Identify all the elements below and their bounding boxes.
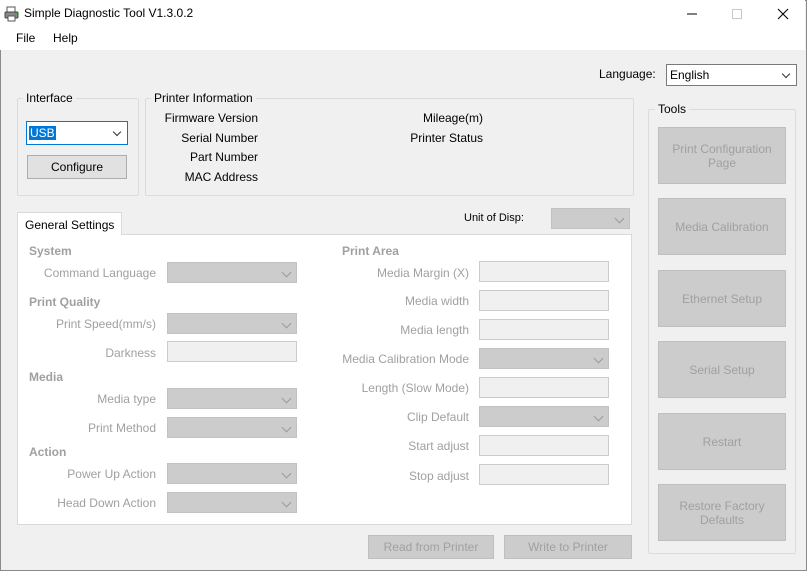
menu-bar: [0, 28, 805, 50]
chevron-down-icon: [112, 127, 122, 137]
media-calibration-mode-select[interactable]: [479, 348, 609, 369]
media-calibration-mode-label: Media Calibration Mode: [342, 352, 469, 366]
menu-help[interactable]: Help: [53, 31, 78, 45]
print-method-label: Print Method: [87, 421, 156, 435]
media-length-label: Media length: [400, 323, 469, 337]
mileage-label: Mileage(m): [422, 111, 483, 125]
clip-default-select[interactable]: [479, 406, 609, 427]
read-from-printer-button[interactable]: Read from Printer: [368, 535, 494, 559]
minimize-button[interactable]: [669, 0, 715, 28]
language-value: English: [670, 68, 710, 82]
window-title: Simple Diagnostic Tool V1.3.0.2: [24, 6, 194, 20]
serial-number-label: Serial Number: [181, 131, 258, 145]
chevron-down-icon: [281, 468, 292, 478]
maximize-button: [714, 0, 760, 28]
interface-value: USB: [29, 126, 56, 140]
print-method-select[interactable]: [167, 417, 297, 438]
printer-app-icon: [4, 6, 20, 22]
system-heading: System: [29, 244, 72, 258]
write-to-printer-button[interactable]: Write to Printer: [504, 535, 632, 559]
start-adjust-input[interactable]: [479, 435, 609, 456]
chevron-down-icon: [781, 69, 791, 79]
chevron-down-icon: [593, 353, 604, 363]
configure-button[interactable]: Configure: [27, 155, 127, 179]
action-heading: Action: [29, 445, 67, 459]
head-down-action-select[interactable]: [167, 492, 297, 513]
media-heading: Media: [29, 370, 64, 384]
head-down-action-label: Head Down Action: [57, 496, 156, 510]
command-language-label: Command Language: [43, 266, 156, 280]
language-label: Language:: [599, 67, 656, 81]
tab-general-settings-label: General Settings: [25, 218, 115, 232]
menu-file[interactable]: File: [16, 31, 35, 45]
chevron-down-icon: [281, 393, 292, 403]
printer-status-label: Printer Status: [410, 131, 483, 145]
print-configuration-page-button[interactable]: Print Configuration Page: [658, 127, 786, 184]
chevron-down-icon: [593, 411, 604, 421]
media-type-label: Media type: [97, 392, 156, 406]
interface-select[interactable]: USB: [26, 121, 128, 145]
chevron-down-icon: [281, 422, 292, 432]
media-calibration-button[interactable]: Media Calibration: [658, 198, 786, 255]
media-type-select[interactable]: [167, 388, 297, 409]
firmware-version-label: Firmware Version: [164, 111, 258, 125]
print-quality-heading: Print Quality: [29, 295, 101, 309]
stop-adjust-label: Stop adjust: [408, 469, 469, 483]
chevron-down-icon: [614, 213, 625, 223]
restore-factory-defaults-button[interactable]: Restore Factory Defaults: [658, 484, 786, 541]
length-slow-mode-input[interactable]: [479, 377, 609, 398]
darkness-label: Darkness: [105, 346, 156, 360]
media-margin-input[interactable]: [479, 261, 609, 282]
ethernet-setup-button[interactable]: Ethernet Setup: [658, 270, 786, 327]
print-speed-select[interactable]: [167, 313, 297, 334]
printer-info-group-title: Printer Information: [151, 91, 256, 105]
close-button[interactable]: [760, 0, 806, 28]
length-slow-mode-label: Length (Slow Mode): [361, 381, 469, 395]
close-icon: [777, 8, 789, 20]
interface-group-title: Interface: [23, 91, 76, 105]
chevron-down-icon: [281, 318, 292, 328]
clip-default-label: Clip Default: [406, 410, 469, 424]
language-select[interactable]: English: [666, 64, 797, 86]
mac-address-label: MAC Address: [184, 170, 258, 184]
chevron-down-icon: [281, 497, 292, 507]
power-up-action-label: Power Up Action: [67, 467, 156, 481]
unit-of-display-label: Unit of Disp:: [464, 212, 524, 224]
serial-setup-button[interactable]: Serial Setup: [658, 341, 786, 398]
part-number-label: Part Number: [189, 150, 258, 164]
start-adjust-label: Start adjust: [408, 439, 469, 453]
restart-button[interactable]: Restart: [658, 413, 786, 470]
print-speed-label: Print Speed(mm/s): [55, 317, 156, 331]
media-length-input[interactable]: [479, 319, 609, 340]
stop-adjust-input[interactable]: [479, 464, 609, 485]
power-up-action-select[interactable]: [167, 463, 297, 484]
command-language-select[interactable]: [167, 262, 297, 283]
unit-of-display-select[interactable]: [551, 208, 630, 229]
tools-group-title: Tools: [655, 102, 690, 116]
maximize-icon: [732, 9, 742, 19]
chevron-down-icon: [281, 267, 292, 277]
media-margin-label: Media Margin (X): [376, 266, 469, 280]
interface-group: [17, 98, 139, 196]
media-width-label: Media width: [404, 294, 469, 308]
minimize-icon: [687, 13, 697, 15]
media-width-input[interactable]: [479, 290, 609, 311]
darkness-input[interactable]: [167, 341, 297, 362]
print-area-heading: Print Area: [342, 244, 399, 258]
tab-general-settings[interactable]: General Settings: [17, 212, 122, 235]
